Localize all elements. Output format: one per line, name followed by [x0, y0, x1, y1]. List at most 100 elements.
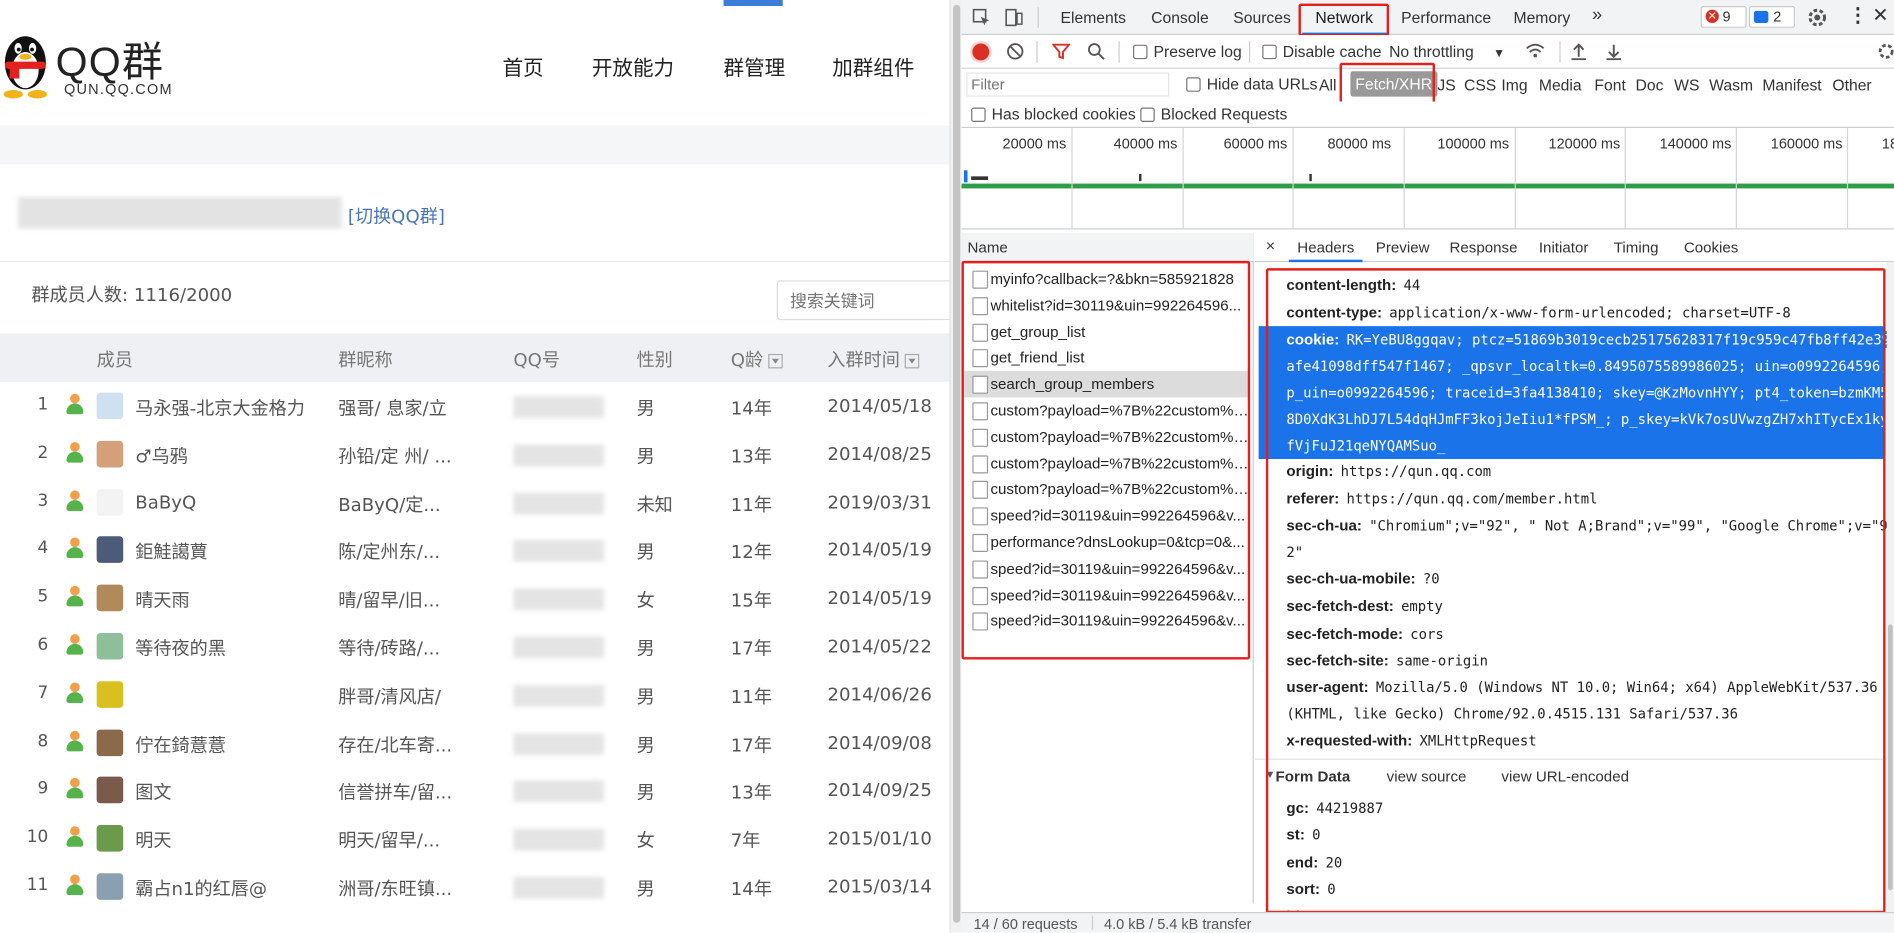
network-settings-gear-icon[interactable] [1877, 42, 1894, 60]
avatar[interactable] [96, 392, 124, 420]
member-name[interactable]: 明天 [135, 828, 171, 853]
grid-line [1624, 128, 1626, 230]
network-conditions-icon[interactable] [1524, 42, 1546, 60]
scrollbar-thumb[interactable] [1887, 624, 1893, 891]
blocked-requests-checkbox[interactable]: Blocked Requests [1140, 105, 1287, 123]
tab-performance[interactable]: Performance [1401, 8, 1491, 26]
filter-icon[interactable] [1052, 42, 1071, 60]
has-blocked-cookies-checkbox[interactable]: Has blocked cookies [971, 105, 1136, 123]
avatar[interactable] [96, 825, 124, 852]
tab-sources[interactable]: Sources [1233, 8, 1291, 26]
detail-scrollbar[interactable] [1886, 262, 1894, 928]
avatar[interactable] [96, 729, 124, 756]
member-name[interactable]: BaByQ [135, 491, 196, 513]
detail-tab-response[interactable]: Response [1449, 239, 1517, 256]
type-font[interactable]: Font [1594, 76, 1625, 94]
export-har-icon[interactable] [1605, 42, 1622, 61]
qq-logo[interactable]: QQ群 QUN.QQ.COM [0, 22, 205, 107]
hide-data-urls-checkbox[interactable]: Hide data URLs [1186, 75, 1318, 93]
detail-tab-timing[interactable]: Timing [1614, 239, 1659, 256]
tab-memory[interactable]: Memory [1513, 8, 1570, 26]
member-name[interactable]: 晴天雨 [135, 587, 189, 612]
table-row[interactable]: 4 鉅鮭譪蕒 陈/定州东/... 男 12年 2014/05/19 [0, 526, 949, 574]
avatar[interactable] [96, 777, 124, 804]
type-doc[interactable]: Doc [1635, 76, 1663, 94]
type-other[interactable]: Other [1832, 76, 1871, 94]
nav-home[interactable]: 首页 [502, 51, 543, 81]
blurred-qq-number [513, 444, 604, 467]
col-join-time[interactable]: 入群时间 [827, 347, 920, 372]
type-ws[interactable]: WS [1674, 76, 1699, 94]
close-detail-icon[interactable]: × [1266, 237, 1275, 255]
member-name[interactable]: 等待夜的黑 [135, 635, 226, 660]
avatar[interactable] [96, 681, 124, 708]
clear-icon[interactable] [1006, 42, 1024, 60]
filter-input[interactable] [966, 72, 1170, 97]
avatar[interactable] [96, 632, 124, 660]
type-js[interactable]: JS [1437, 76, 1455, 94]
table-row[interactable]: 11 霸占n1的红唇@ 洲哥/东旺镇... 男 14年 2015/03/14 [0, 862, 949, 910]
type-media[interactable]: Media [1539, 76, 1582, 94]
member-name[interactable]: 佇在錡薏薏 [135, 731, 226, 756]
table-row[interactable]: 10 明天 明天/留早/... 女 7年 2015/01/10 [0, 814, 949, 862]
page-scrollbar[interactable] [949, 0, 962, 933]
type-css[interactable]: CSS [1464, 76, 1496, 94]
table-row[interactable]: 2 ♂乌鸦 孙铅/定 州/ ... 男 13年 2014/08/25 [0, 430, 949, 478]
sort-icon[interactable] [904, 353, 920, 368]
more-tabs-icon[interactable]: » [1592, 5, 1602, 26]
type-manifest[interactable]: Manifest [1762, 76, 1821, 94]
table-row[interactable]: 9 图文 信誉拼车/留... 男 13年 2014/09/25 [0, 766, 949, 814]
nav-group-manage[interactable]: 群管理 [724, 51, 786, 81]
divider [0, 260, 950, 263]
import-har-icon[interactable] [1570, 42, 1587, 61]
request-list-header[interactable]: Name [961, 233, 1254, 263]
record-icon[interactable] [972, 43, 990, 61]
close-devtools-icon[interactable]: ✕ [1872, 4, 1888, 28]
sort-icon[interactable] [767, 353, 783, 368]
disable-cache-checkbox[interactable]: Disable cache [1262, 42, 1381, 60]
col-qage[interactable]: Q龄 [731, 347, 783, 372]
kebab-menu-icon[interactable]: ⋮ [1848, 4, 1867, 28]
tab-elements[interactable]: Elements [1061, 8, 1126, 26]
detail-tab-initiator[interactable]: Initiator [1539, 239, 1589, 256]
timeline-overview[interactable] [961, 128, 1894, 230]
name-column-header: Name [967, 239, 1008, 257]
avatar[interactable] [96, 440, 124, 468]
member-name[interactable]: 马永强-北京大金格力 [135, 395, 305, 420]
nav-open-capability[interactable]: 开放能力 [592, 51, 674, 81]
member-qage: 13年 [730, 445, 772, 468]
detail-tab-headers[interactable]: Headers [1297, 239, 1354, 256]
device-toolbar-icon[interactable] [1005, 7, 1023, 28]
inspect-element-icon[interactable] [972, 8, 990, 26]
switch-group-link[interactable]: [切换QQ群] [348, 203, 445, 228]
avatar[interactable] [96, 536, 124, 564]
table-row[interactable]: 3 BaByQ BaByQ/定... 未知 11年 2019/03/31 [0, 478, 949, 526]
errors-badge[interactable]: ✕ 9 [1700, 6, 1747, 28]
tab-console[interactable]: Console [1151, 8, 1209, 26]
avatar[interactable] [96, 584, 124, 612]
search-icon[interactable] [1087, 42, 1105, 60]
member-name[interactable]: ♂乌鸦 [135, 443, 187, 468]
nav-join-widget[interactable]: 加群组件 [832, 51, 914, 81]
type-img[interactable]: Img [1501, 76, 1527, 94]
type-wasm[interactable]: Wasm [1709, 76, 1753, 94]
table-row[interactable]: 5 晴天雨 晴/留早/旧... 女 15年 2014/05/19 [0, 574, 949, 622]
preserve-log-checkbox[interactable]: Preserve log [1133, 42, 1242, 60]
settings-gear-icon[interactable] [1807, 7, 1828, 28]
table-row[interactable]: 7 胖哥/清风店/男 11年 2014/06/26 [0, 670, 949, 718]
type-all[interactable]: All [1319, 76, 1336, 94]
throttling-select[interactable]: No throttling ▼ [1389, 42, 1505, 60]
table-row[interactable]: 6 等待夜的黑 等待/砖路/... 男 17年 2014/05/22 [0, 622, 949, 670]
member-name[interactable]: 图文 [135, 780, 171, 805]
member-search-input[interactable] [776, 280, 950, 321]
member-name[interactable]: 霸占n1的红唇@ [135, 876, 267, 901]
avatar[interactable] [96, 488, 124, 516]
member-name[interactable]: 鉅鮭譪蕒 [135, 539, 207, 564]
messages-badge[interactable]: 2 [1749, 6, 1795, 28]
detail-tab-cookies[interactable]: Cookies [1684, 239, 1739, 256]
table-row[interactable]: 1 马永强-北京大金格力 强哥/ 息家/立 男 14年 2014/05/18 [0, 382, 949, 430]
scrollbar-thumb[interactable] [953, 4, 961, 923]
avatar[interactable] [96, 873, 124, 900]
table-row[interactable]: 8 佇在錡薏薏 存在/北车寄... 男 17年 2014/09/08 [0, 718, 949, 766]
detail-tab-preview[interactable]: Preview [1376, 239, 1430, 256]
